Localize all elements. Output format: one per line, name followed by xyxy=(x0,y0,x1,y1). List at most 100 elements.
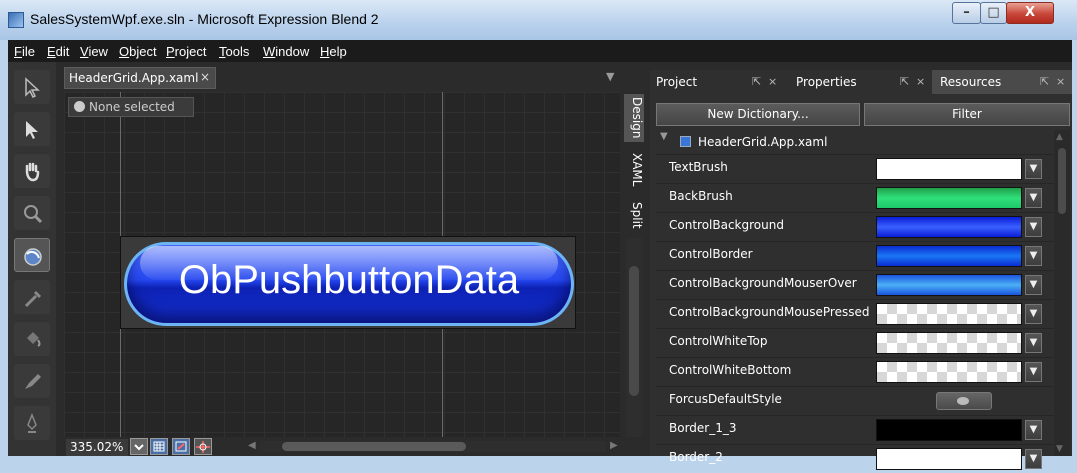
pen-tool[interactable] xyxy=(14,406,50,440)
tab-split[interactable]: Split xyxy=(624,198,644,232)
document-tab[interactable]: HeaderGrid.App.xaml xyxy=(64,67,216,89)
resource-name: ControlBackgroundMousePressed xyxy=(669,305,870,319)
resource-name: Border_1_3 xyxy=(669,421,737,435)
filter-button[interactable]: Filter xyxy=(864,103,1070,126)
pin-icon[interactable]: ⇱ xyxy=(752,71,761,93)
snap-to-snaplines-icon[interactable] xyxy=(194,438,212,455)
menu-object[interactable]: Object xyxy=(119,44,157,59)
dropdown-icon[interactable]: ▼ xyxy=(1025,362,1042,382)
tab-xaml[interactable]: XAML xyxy=(624,148,644,192)
close-tab-icon[interactable]: × xyxy=(200,70,210,84)
resource-row[interactable]: ControlWhiteTop ▼ xyxy=(656,328,1054,357)
dropdown-icon[interactable]: ▼ xyxy=(1025,188,1042,208)
menu-help[interactable]: Help xyxy=(320,44,347,59)
resource-name: ControlWhiteBottom xyxy=(669,363,792,377)
resource-row[interactable]: Border_2 ▼ xyxy=(656,444,1054,473)
resource-name: ControlBorder xyxy=(669,247,753,261)
brush-swatch[interactable] xyxy=(876,303,1022,325)
selection-tool[interactable] xyxy=(14,70,50,104)
brush-transform-tool[interactable] xyxy=(14,364,50,398)
brush-transform-icon xyxy=(25,374,41,389)
zoom-dropdown-icon[interactable] xyxy=(130,438,148,455)
eyedropper-tool[interactable] xyxy=(14,280,50,314)
brush-swatch[interactable] xyxy=(876,187,1022,209)
brush-swatch[interactable] xyxy=(876,216,1022,238)
brush-swatch[interactable] xyxy=(876,158,1022,180)
dropdown-icon[interactable]: ▼ xyxy=(1025,449,1042,469)
grid-toggle-icon[interactable] xyxy=(150,438,168,455)
menu-project[interactable]: Project xyxy=(166,44,206,59)
resource-name: ControlWhiteTop xyxy=(669,334,768,348)
minimize-button[interactable]: – xyxy=(952,2,981,24)
resource-name: BackBrush xyxy=(669,189,733,203)
pin-icon[interactable]: ⇱ xyxy=(900,71,909,93)
maximize-button[interactable]: □ xyxy=(980,2,1007,24)
close-button[interactable]: X xyxy=(1006,2,1054,24)
menu-edit[interactable]: Edit xyxy=(47,44,69,59)
brush-swatch[interactable] xyxy=(876,245,1022,267)
dropdown-icon[interactable]: ▼ xyxy=(1025,304,1042,324)
tab-design[interactable]: Design xyxy=(624,94,644,142)
resource-row[interactable]: ControlBackgroundMouserOver ▼ xyxy=(656,270,1054,299)
tab-overflow-icon[interactable]: ▼ xyxy=(606,70,614,83)
pan-hand-icon xyxy=(25,162,40,182)
menu-tools[interactable]: Tools xyxy=(219,44,249,59)
snap-to-grid-icon[interactable] xyxy=(172,438,190,455)
resource-row[interactable]: BackBrush ▼ xyxy=(656,183,1054,212)
scroll-up-icon[interactable]: ▲ xyxy=(1056,132,1063,142)
tab-properties[interactable]: Properties xyxy=(796,71,857,93)
brush-swatch[interactable] xyxy=(876,332,1022,354)
element-icon xyxy=(74,101,85,112)
dropdown-icon[interactable]: ▼ xyxy=(1025,420,1042,440)
tab-project[interactable]: Project xyxy=(656,71,697,93)
menu-view[interactable]: View xyxy=(80,44,108,59)
zoom-field[interactable]: 335.02% xyxy=(66,439,128,456)
new-dictionary-button[interactable]: New Dictionary... xyxy=(656,103,860,126)
dropdown-icon[interactable]: ▼ xyxy=(1025,159,1042,179)
tab-resources[interactable]: Resources xyxy=(940,71,1001,93)
selection-breadcrumb[interactable]: None selected xyxy=(68,97,194,117)
pan-hand-tool[interactable] xyxy=(14,154,50,188)
brush-swatch[interactable] xyxy=(876,274,1022,296)
menu-window[interactable]: Window xyxy=(263,44,309,59)
brush-swatch[interactable] xyxy=(876,361,1022,383)
resource-row[interactable]: ControlBackground ▼ xyxy=(656,212,1054,241)
scroll-left-icon[interactable]: ◀ xyxy=(248,440,256,451)
resource-row[interactable]: ForcusDefaultStyle xyxy=(656,386,1054,415)
resource-row[interactable]: TextBrush ▼ xyxy=(656,154,1054,183)
paint-bucket-tool[interactable] xyxy=(14,322,50,356)
close-panel-icon[interactable]: × xyxy=(916,71,925,93)
dropdown-icon[interactable]: ▼ xyxy=(1025,217,1042,237)
horizontal-scroll-thumb[interactable] xyxy=(282,442,466,451)
resource-name: ControlBackground xyxy=(669,218,784,232)
app-icon xyxy=(8,12,24,28)
close-panel-icon[interactable]: × xyxy=(1056,71,1065,93)
dropdown-icon[interactable]: ▼ xyxy=(1025,275,1042,295)
resource-row[interactable]: ControlBorder ▼ xyxy=(656,241,1054,270)
resource-name: ForcusDefaultStyle xyxy=(669,392,782,406)
resource-file-name: HeaderGrid.App.xaml xyxy=(698,135,828,149)
camera-orbit-icon xyxy=(24,248,42,266)
menu-file[interactable]: File xyxy=(14,44,35,59)
scroll-down-icon[interactable]: ▼ xyxy=(1056,444,1063,454)
brush-swatch[interactable] xyxy=(876,448,1022,470)
dropdown-icon[interactable]: ▼ xyxy=(1025,246,1042,266)
resource-name: Border_2 xyxy=(669,450,723,464)
camera-orbit-tool[interactable] xyxy=(14,238,50,272)
pin-icon[interactable]: ⇱ xyxy=(1040,71,1049,93)
style-preview-button[interactable] xyxy=(936,392,992,410)
direct-selection-tool[interactable] xyxy=(14,112,50,146)
resource-file-header[interactable]: HeaderGrid.App.xaml xyxy=(656,130,1054,154)
resource-row[interactable]: ControlBackgroundMousePressed ▼ xyxy=(656,299,1054,328)
close-panel-icon[interactable]: × xyxy=(768,71,777,93)
resources-scroll-thumb[interactable] xyxy=(1058,148,1066,214)
resource-row[interactable]: ControlWhiteBottom ▼ xyxy=(656,357,1054,386)
vertical-scroll-thumb[interactable] xyxy=(629,266,639,396)
dropdown-icon[interactable]: ▼ xyxy=(1025,333,1042,353)
ob-pushbutton-label: ObPushbuttonData xyxy=(178,258,520,302)
scroll-right-icon[interactable]: ▶ xyxy=(610,440,618,451)
zoom-tool[interactable] xyxy=(14,196,50,230)
resource-row[interactable]: Border_1_3 ▼ xyxy=(656,415,1054,444)
brush-swatch[interactable] xyxy=(876,419,1022,441)
pen-icon xyxy=(27,413,37,433)
